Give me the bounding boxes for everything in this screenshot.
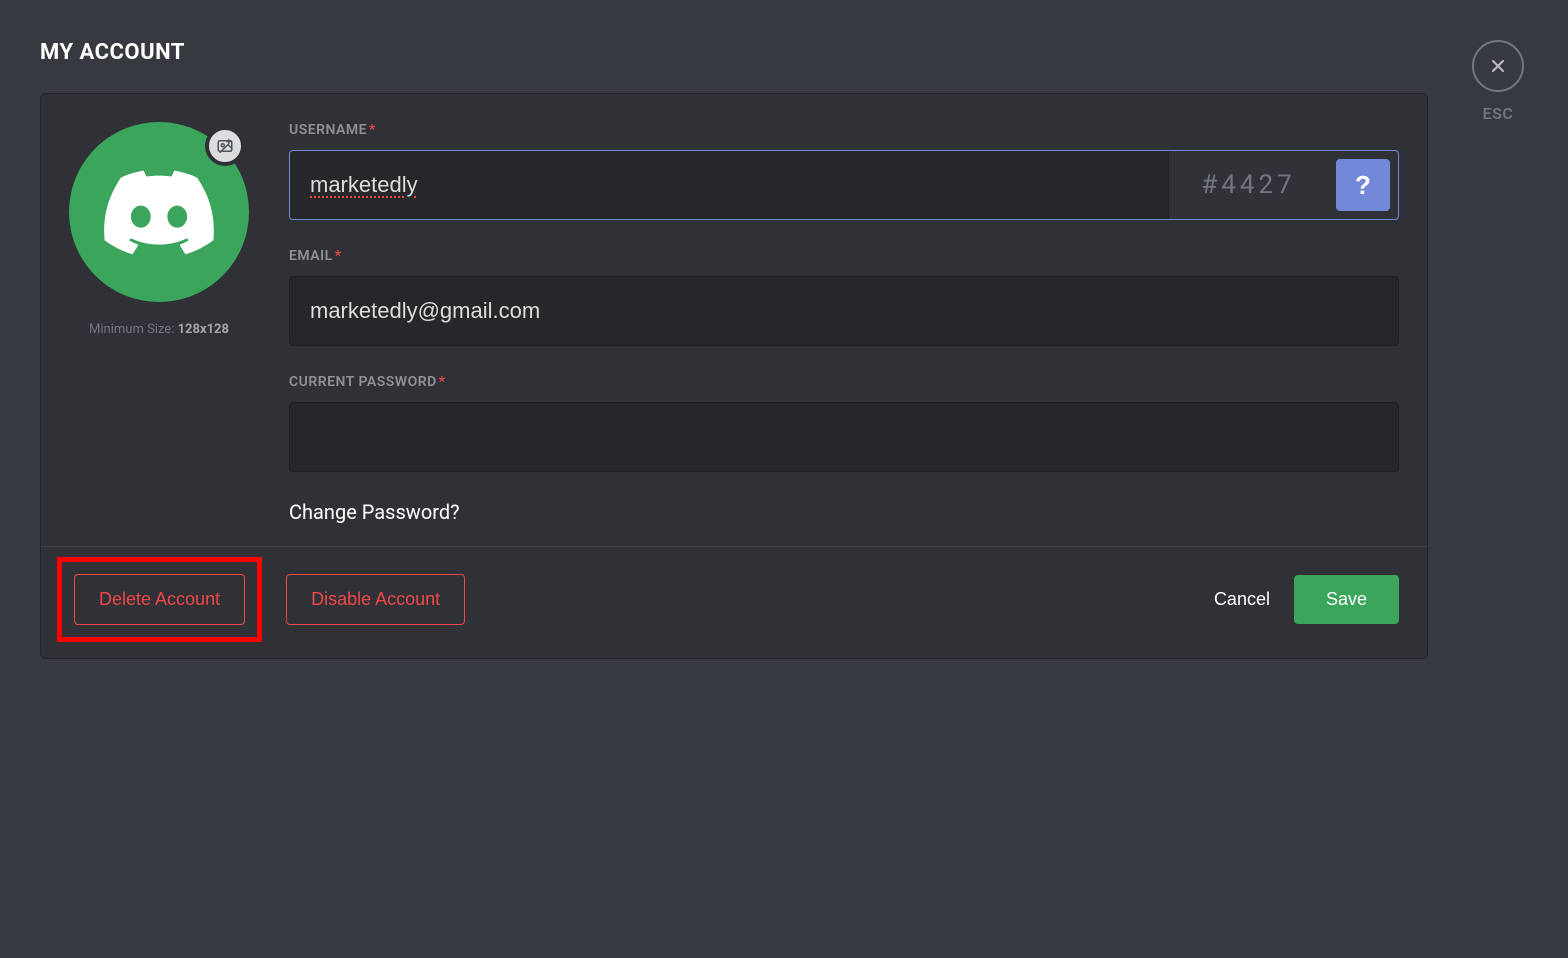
discord-icon <box>104 170 214 255</box>
page-title: MY ACCOUNT <box>40 40 1428 65</box>
disable-account-button[interactable]: Disable Account <box>286 574 465 625</box>
discriminator: #4427 <box>1168 151 1328 219</box>
username-label: USERNAME* <box>289 122 1399 138</box>
divider <box>41 546 1427 547</box>
password-input[interactable] <box>289 402 1399 472</box>
delete-account-button[interactable]: Delete Account <box>74 574 245 625</box>
email-label: EMAIL* <box>289 248 1399 264</box>
username-input[interactable] <box>290 151 1168 219</box>
password-label: CURRENT PASSWORD* <box>289 374 1399 390</box>
avatar-upload[interactable] <box>69 122 249 302</box>
username-help-button[interactable]: ? <box>1336 159 1390 211</box>
esc-label: ESC <box>1483 104 1514 123</box>
account-card: Minimum Size: 128x128 USERNAME* #4427 ? <box>40 93 1428 659</box>
delete-highlight: Delete Account <box>57 557 262 642</box>
close-button[interactable] <box>1472 40 1524 92</box>
avatar-section: Minimum Size: 128x128 <box>69 122 249 524</box>
change-password-link[interactable]: Change Password? <box>289 500 1399 524</box>
close-icon <box>1488 56 1508 76</box>
min-size-label: Minimum Size: 128x128 <box>69 322 249 337</box>
cancel-button[interactable]: Cancel <box>1214 589 1270 610</box>
upload-image-icon[interactable] <box>205 126 245 166</box>
email-input[interactable] <box>289 276 1399 346</box>
save-button[interactable]: Save <box>1294 575 1399 624</box>
